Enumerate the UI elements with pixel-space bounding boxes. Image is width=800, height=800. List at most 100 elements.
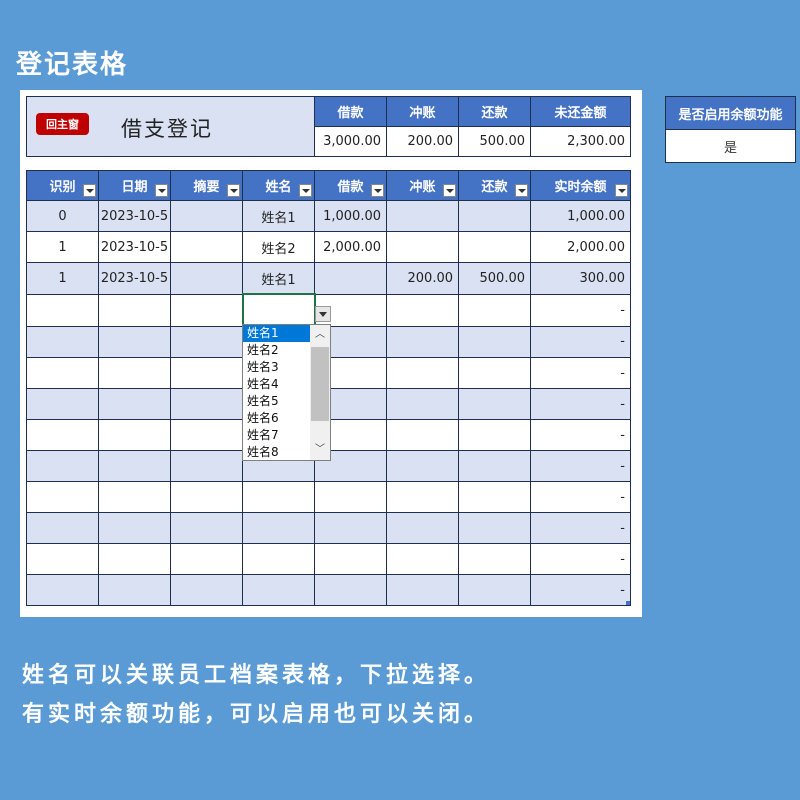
cell-repay[interactable]	[458, 200, 531, 232]
cell-offset[interactable]	[386, 325, 459, 358]
cell-id[interactable]: 1	[26, 262, 99, 295]
cell-date[interactable]	[98, 419, 171, 451]
chevron-up-icon[interactable]: ︿	[310, 327, 330, 343]
cell-repay[interactable]	[458, 543, 531, 575]
cell-offset[interactable]	[386, 574, 459, 606]
cell-repay[interactable]	[458, 293, 531, 327]
cell-date[interactable]	[98, 357, 171, 389]
cell-date[interactable]	[98, 512, 171, 544]
dropdown-option[interactable]: 姓名8	[243, 444, 311, 460]
dropdown-scrollbar[interactable]: ︿ ﹀	[310, 325, 330, 460]
cell-name[interactable]: 姓名1	[242, 262, 315, 295]
cell-id[interactable]	[26, 388, 99, 420]
cell-summary[interactable]	[170, 325, 243, 358]
cell-date[interactable]	[98, 481, 171, 513]
cell-summary[interactable]	[170, 388, 243, 420]
filter-dropdown-icon[interactable]	[615, 184, 628, 197]
cell-balance[interactable]: 300.00	[530, 262, 631, 295]
cell-repay[interactable]	[458, 419, 531, 451]
dropdown-option[interactable]: 姓名5	[243, 393, 311, 410]
scrollbar-thumb[interactable]	[311, 347, 329, 421]
cell-date[interactable]	[98, 543, 171, 575]
cell-balance[interactable]: -	[530, 450, 631, 482]
cell-balance[interactable]: -	[530, 543, 631, 575]
cell-offset[interactable]	[386, 512, 459, 544]
cell-repay[interactable]	[458, 388, 531, 420]
cell-name[interactable]	[242, 543, 315, 575]
cell-date[interactable]	[98, 325, 171, 358]
cell-offset[interactable]	[386, 419, 459, 451]
filter-dropdown-icon[interactable]	[443, 184, 456, 197]
cell-name[interactable]	[241, 293, 316, 327]
cell-repay[interactable]	[458, 574, 531, 606]
balance-toggle-value[interactable]: 是	[665, 129, 796, 163]
dropdown-option[interactable]: 姓名1	[243, 325, 311, 342]
cell-loan[interactable]	[314, 262, 387, 295]
cell-id[interactable]	[26, 293, 99, 327]
cell-name[interactable]	[242, 481, 315, 513]
cell-loan[interactable]	[314, 512, 387, 544]
cell-name[interactable]: 姓名2	[242, 231, 315, 263]
cell-offset[interactable]	[386, 543, 459, 575]
summary-value-loan[interactable]: 3,000.00	[314, 126, 387, 157]
cell-balance[interactable]: 1,000.00	[530, 200, 631, 232]
summary-value-outstanding[interactable]: 2,300.00	[530, 126, 631, 157]
filter-dropdown-icon[interactable]	[155, 184, 168, 197]
cell-summary[interactable]	[170, 357, 243, 389]
cell-date[interactable]	[98, 388, 171, 420]
cell-balance[interactable]: -	[530, 574, 631, 606]
cell-id[interactable]	[26, 481, 99, 513]
cell-repay[interactable]	[458, 481, 531, 513]
cell-id[interactable]	[26, 325, 99, 358]
cell-balance[interactable]: -	[530, 481, 631, 513]
cell-offset[interactable]	[386, 231, 459, 263]
cell-repay[interactable]	[458, 231, 531, 263]
cell-id[interactable]: 1	[26, 231, 99, 263]
cell-offset[interactable]	[386, 388, 459, 420]
chevron-down-icon[interactable]: ﹀	[310, 442, 330, 458]
cell-offset[interactable]	[386, 357, 459, 389]
cell-id[interactable]	[26, 543, 99, 575]
cell-balance[interactable]: -	[530, 419, 631, 451]
filter-dropdown-icon[interactable]	[83, 184, 96, 197]
cell-summary[interactable]	[170, 481, 243, 513]
dropdown-arrow-button[interactable]	[315, 306, 331, 322]
cell-offset[interactable]	[386, 450, 459, 482]
cell-summary[interactable]	[170, 262, 243, 295]
cell-id[interactable]: 0	[26, 200, 99, 232]
dropdown-option[interactable]: 姓名7	[243, 427, 311, 444]
cell-name[interactable]	[242, 512, 315, 544]
cell-balance[interactable]: -	[530, 388, 631, 420]
cell-offset[interactable]	[386, 293, 459, 327]
cell-summary[interactable]	[170, 450, 243, 482]
cell-offset[interactable]: 200.00	[386, 262, 459, 295]
summary-value-repay[interactable]: 500.00	[458, 126, 531, 157]
cell-balance[interactable]: -	[530, 512, 631, 544]
cell-id[interactable]	[26, 450, 99, 482]
dropdown-option[interactable]: 姓名6	[243, 410, 311, 427]
name-dropdown-list[interactable]: 姓名1 姓名2 姓名3 姓名4 姓名5 姓名6 姓名7 姓名8 ︿ ﹀	[242, 324, 331, 461]
cell-loan[interactable]: 2,000.00	[314, 231, 387, 263]
cell-summary[interactable]	[170, 293, 243, 327]
cell-date[interactable]	[98, 574, 171, 606]
cell-repay[interactable]	[458, 512, 531, 544]
cell-summary[interactable]	[170, 543, 243, 575]
cell-summary[interactable]	[170, 574, 243, 606]
cell-offset[interactable]	[386, 200, 459, 232]
resize-handle[interactable]	[626, 601, 630, 605]
cell-name[interactable]: 姓名1	[242, 200, 315, 232]
filter-dropdown-icon[interactable]	[227, 184, 240, 197]
cell-loan[interactable]	[314, 481, 387, 513]
cell-balance[interactable]: -	[530, 325, 631, 358]
cell-summary[interactable]	[170, 512, 243, 544]
dropdown-option[interactable]: 姓名4	[243, 376, 311, 393]
filter-dropdown-icon[interactable]	[515, 184, 528, 197]
cell-id[interactable]	[26, 357, 99, 389]
cell-repay[interactable]	[458, 325, 531, 358]
cell-date[interactable]: 2023-10-5	[98, 262, 171, 295]
dropdown-option[interactable]: 姓名2	[243, 342, 311, 359]
dropdown-option[interactable]: 姓名3	[243, 359, 311, 376]
cell-id[interactable]	[26, 574, 99, 606]
cell-summary[interactable]	[170, 200, 243, 232]
cell-repay[interactable]: 500.00	[458, 262, 531, 295]
